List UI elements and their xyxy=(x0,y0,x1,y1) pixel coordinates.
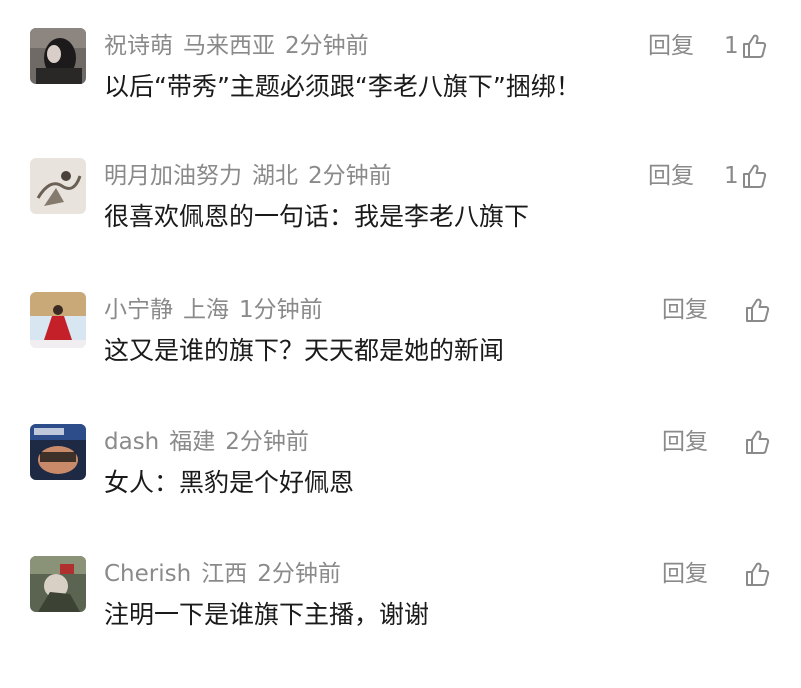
comment-time: 2分钟前 xyxy=(308,163,392,189)
like-count: 1 xyxy=(724,163,739,189)
reply-button[interactable]: 回复 xyxy=(662,558,708,590)
thumbs-up-icon xyxy=(746,430,770,454)
reply-button[interactable]: 回复 xyxy=(648,30,694,62)
comment-time: 2分钟前 xyxy=(225,429,309,455)
thumbs-up-icon xyxy=(742,34,766,58)
user-avatar[interactable] xyxy=(30,158,86,214)
comment-location: 湖北 xyxy=(252,163,298,189)
comment-meta: dash 福建 2分钟前 xyxy=(104,426,319,458)
comment-item: 小宁静 上海 1分钟前 回复 这又是谁的旗下？天天都是她的新闻 xyxy=(0,292,801,424)
comment-text: 很喜欢佩恩的一句话：我是李老八旗下 xyxy=(104,202,530,231)
comment-text: 注明一下是谁旗下主播，谢谢 xyxy=(104,600,430,629)
comment-meta: 明月加油努力 湖北 2分钟前 xyxy=(104,160,402,192)
comment-meta: 祝诗萌 马来西亚 2分钟前 xyxy=(104,30,379,62)
comment-time: 2分钟前 xyxy=(257,561,341,587)
thumbs-up-icon xyxy=(742,164,766,188)
like-button[interactable] xyxy=(742,424,770,460)
like-button[interactable]: 1 xyxy=(724,28,767,64)
like-button[interactable] xyxy=(742,556,770,592)
comment-username[interactable]: 小宁静 xyxy=(104,297,173,323)
like-count: 1 xyxy=(724,33,739,59)
like-button[interactable]: 1 xyxy=(724,158,767,194)
reply-button[interactable]: 回复 xyxy=(662,294,708,326)
comment-item: Cherish 江西 2分钟前 回复 注明一下是谁旗下主播，谢谢 xyxy=(0,556,801,688)
user-avatar[interactable] xyxy=(30,28,86,84)
reply-button[interactable]: 回复 xyxy=(662,426,708,458)
thumbs-up-icon xyxy=(746,298,770,322)
user-avatar[interactable] xyxy=(30,424,86,480)
comment-location: 江西 xyxy=(201,561,248,587)
comment-location: 马来西亚 xyxy=(183,33,275,59)
comment-username[interactable]: Cherish xyxy=(104,561,191,587)
comment-location: 上海 xyxy=(183,297,229,323)
comment-username[interactable]: 祝诗萌 xyxy=(104,33,173,59)
comment-time: 2分钟前 xyxy=(285,33,369,59)
user-avatar[interactable] xyxy=(30,292,86,348)
avatar-red-dress-photo-icon xyxy=(30,292,86,348)
avatar-sketch-photo-icon xyxy=(30,158,86,214)
comment-username[interactable]: 明月加油努力 xyxy=(104,163,242,189)
thumbs-up-icon xyxy=(746,562,770,586)
comment-item: 祝诗萌 马来西亚 2分钟前 回复 1 以后“带秀”主题必须跟“李老八旗下”捆绑！ xyxy=(0,28,801,160)
comment-item: dash 福建 2分钟前 回复 女人：黑豹是个好佩恩 xyxy=(0,424,801,556)
comment-time: 1分钟前 xyxy=(239,297,323,323)
comment-text: 女人：黑豹是个好佩恩 xyxy=(104,468,355,497)
comment-meta: Cherish 江西 2分钟前 xyxy=(104,558,351,590)
comment-text: 以后“带秀”主题必须跟“李老八旗下”捆绑！ xyxy=(104,72,581,101)
comment-location: 福建 xyxy=(169,429,216,455)
avatar-green-photo-icon xyxy=(30,556,86,612)
reply-button[interactable]: 回复 xyxy=(648,160,694,192)
comment-text: 这又是谁的旗下？天天都是她的新闻 xyxy=(104,336,505,365)
like-button[interactable] xyxy=(742,292,770,328)
avatar-helmet-photo-icon xyxy=(30,424,86,480)
avatar-dark-photo-icon xyxy=(30,28,86,84)
user-avatar[interactable] xyxy=(30,556,86,612)
comment-item: 明月加油努力 湖北 2分钟前 回复 1 很喜欢佩恩的一句话：我是李老八旗下 xyxy=(0,158,801,290)
comment-username[interactable]: dash xyxy=(104,429,159,455)
comment-meta: 小宁静 上海 1分钟前 xyxy=(104,294,333,326)
